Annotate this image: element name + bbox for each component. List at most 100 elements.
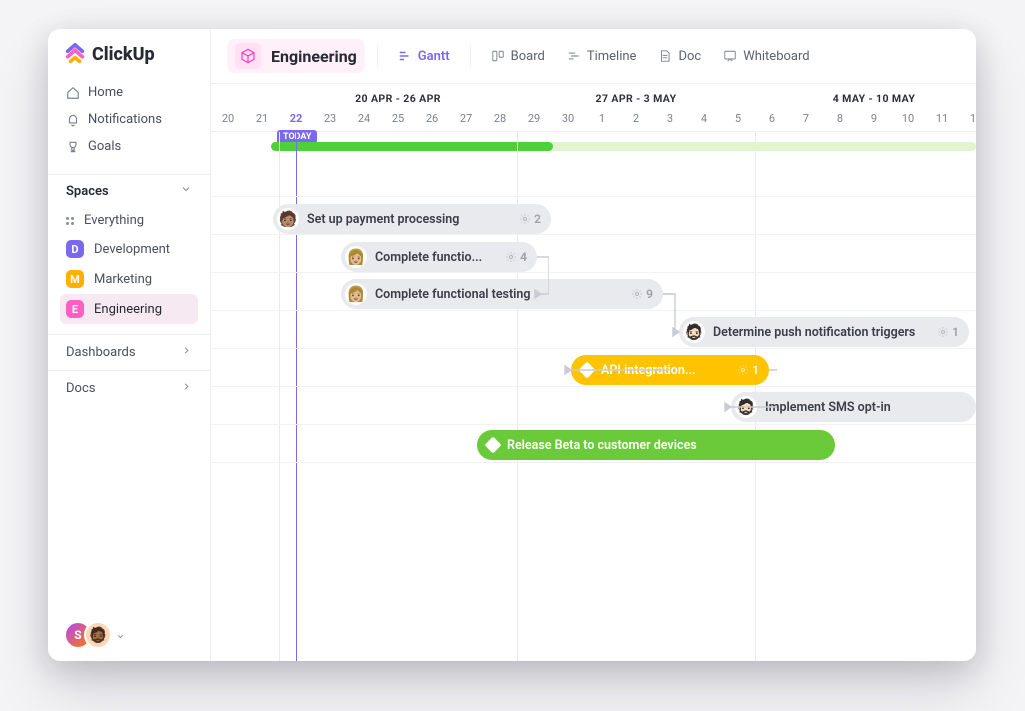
day-cell[interactable]: 29 xyxy=(517,109,551,131)
gridline-horizontal xyxy=(211,424,976,425)
milestone-icon xyxy=(579,362,596,379)
nav-notifications[interactable]: Notifications xyxy=(60,106,198,133)
day-cell[interactable]: 9 xyxy=(857,109,891,131)
space-development[interactable]: D Development xyxy=(60,234,198,264)
everything-icon xyxy=(66,217,74,225)
day-cell[interactable]: 22 xyxy=(279,109,313,131)
view-board[interactable]: Board xyxy=(483,45,553,68)
subtask-count[interactable]: 2 xyxy=(519,212,541,226)
timeline-icon xyxy=(567,49,581,63)
day-cell[interactable]: 7 xyxy=(789,109,823,131)
gridline-horizontal xyxy=(211,272,976,273)
day-cell[interactable]: 20 xyxy=(211,109,245,131)
day-cell[interactable]: 28 xyxy=(483,109,517,131)
nav-home[interactable]: Home xyxy=(60,79,198,106)
gridline-horizontal xyxy=(211,462,976,463)
day-cell[interactable]: 26 xyxy=(415,109,449,131)
progress-track xyxy=(271,142,976,151)
gantt-task[interactable]: 🧑🏽Set up payment processing2 xyxy=(273,204,551,234)
gridline-horizontal xyxy=(211,310,976,311)
view-doc[interactable]: Doc xyxy=(650,45,709,68)
subtask-count[interactable]: 1 xyxy=(737,363,759,377)
spaces-header[interactable]: Spaces xyxy=(48,174,210,205)
board-icon xyxy=(491,49,505,63)
week-row: 20 APR - 26 APR27 APR - 3 MAY4 MAY - 10 … xyxy=(211,84,976,109)
assignee-avatar[interactable]: 🧔🏻 xyxy=(735,396,757,418)
day-cell[interactable]: 1 xyxy=(585,109,619,131)
task-label: Implement SMS opt-in xyxy=(765,400,966,415)
day-cell[interactable]: 27 xyxy=(449,109,483,131)
day-row: 2021222324252627282930123456789101112TOD… xyxy=(211,109,976,131)
chevron-down-icon[interactable] xyxy=(180,183,192,199)
sidebar: ClickUp Home Notifications Goals Spaces xyxy=(48,29,211,661)
gantt-task[interactable]: 🧔🏻 Implement SMS opt-in xyxy=(731,392,976,422)
space-badge: M xyxy=(66,270,84,288)
day-cell[interactable]: 11 xyxy=(925,109,959,131)
task-label: Complete functio... xyxy=(375,250,497,265)
day-cell[interactable]: 8 xyxy=(823,109,857,131)
gantt-task[interactable]: 👩🏼 Complete functio... 4 xyxy=(341,242,537,272)
gantt-task[interactable]: API integration... 1 xyxy=(571,355,769,385)
space-engineering[interactable]: E Engineering xyxy=(60,294,198,324)
gantt-task[interactable]: 🧔🏻 Determine push notification triggers 1 xyxy=(679,317,969,347)
assignee-avatar[interactable]: 🧑🏽 xyxy=(277,208,299,230)
day-cell[interactable]: 21 xyxy=(245,109,279,131)
sidebar-dashboards[interactable]: Dashboards xyxy=(48,334,210,370)
subtask-count[interactable]: 4 xyxy=(505,250,527,264)
space-label: Everything xyxy=(84,213,144,228)
day-cell[interactable]: 25 xyxy=(381,109,415,131)
day-cell[interactable]: 30 xyxy=(551,109,585,131)
space-label: Engineering xyxy=(94,302,162,317)
primary-nav: Home Notifications Goals xyxy=(48,75,210,168)
assignee-avatar[interactable]: 👩🏼 xyxy=(345,246,367,268)
subtask-count[interactable]: 9 xyxy=(631,287,653,301)
main: Engineering Gantt Board Timeline Doc xyxy=(211,29,976,661)
avatar[interactable]: 🧔🏾 xyxy=(84,621,112,649)
divider xyxy=(470,45,471,67)
day-cell[interactable]: 2 xyxy=(619,109,653,131)
gantt-icon xyxy=(398,49,412,63)
day-cell[interactable]: 24 xyxy=(347,109,381,131)
caret-down-icon[interactable] xyxy=(116,626,125,645)
space-marketing[interactable]: M Marketing xyxy=(60,264,198,294)
day-cell[interactable]: 5 xyxy=(721,109,755,131)
subtask-count[interactable]: 1 xyxy=(937,325,959,339)
spaces-label: Spaces xyxy=(66,184,109,199)
gridline-horizontal xyxy=(211,196,976,197)
day-cell[interactable]: 12 xyxy=(959,109,976,131)
view-timeline[interactable]: Timeline xyxy=(559,45,645,68)
task-label: API integration... xyxy=(601,363,729,378)
gantt-task[interactable]: 👩🏼Complete functional testing9 xyxy=(341,279,663,309)
space-everything[interactable]: Everything xyxy=(60,207,198,234)
bell-icon xyxy=(66,113,80,127)
trophy-icon xyxy=(66,140,80,154)
day-cell[interactable]: 10 xyxy=(891,109,925,131)
app-window: ClickUp Home Notifications Goals Spaces xyxy=(48,29,976,661)
sidebar-docs[interactable]: Docs xyxy=(48,370,210,406)
section-label: Dashboards xyxy=(66,345,136,360)
view-gantt[interactable]: Gantt xyxy=(390,45,458,68)
view-label: Whiteboard xyxy=(743,49,809,64)
task-label: Determine push notification triggers xyxy=(713,325,929,340)
workspace-chip[interactable]: Engineering xyxy=(227,39,365,73)
cube-icon xyxy=(235,43,261,69)
day-cell[interactable]: 23 xyxy=(313,109,347,131)
day-cell[interactable]: 4 xyxy=(687,109,721,131)
assignee-avatar[interactable]: 👩🏼 xyxy=(345,283,367,305)
progress-fill xyxy=(271,142,553,151)
day-cell[interactable]: 6 xyxy=(755,109,789,131)
day-cell[interactable]: 3 xyxy=(653,109,687,131)
gridline-horizontal xyxy=(211,348,976,349)
gantt-task[interactable]: Release Beta to customer devices xyxy=(477,430,835,460)
nav-label: Notifications xyxy=(88,112,162,127)
brand-name: ClickUp xyxy=(92,44,155,65)
chevron-right-icon xyxy=(181,345,192,360)
milestone-icon xyxy=(485,437,502,454)
nav-goals[interactable]: Goals xyxy=(60,133,198,160)
brand-logo[interactable]: ClickUp xyxy=(48,29,210,75)
clickup-icon xyxy=(64,43,86,65)
gantt-body[interactable]: 🧑🏽Set up payment processing2👩🏼Complete f… xyxy=(211,132,976,661)
view-whiteboard[interactable]: Whiteboard xyxy=(715,45,817,68)
sidebar-footer: S 🧔🏾 xyxy=(48,609,210,661)
assignee-avatar[interactable]: 🧔🏻 xyxy=(683,321,705,343)
